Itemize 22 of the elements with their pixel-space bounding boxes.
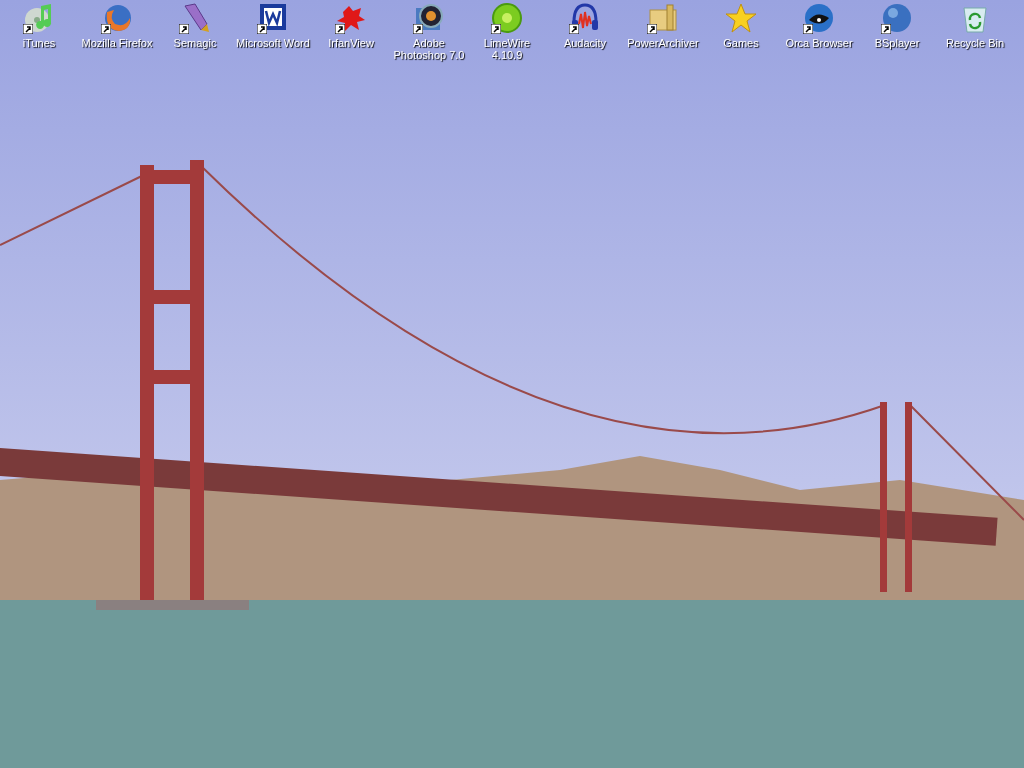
folder-icon[interactable] <box>647 2 679 34</box>
icon-label[interactable]: PowerArchiver <box>624 37 702 49</box>
icon-label[interactable]: iTunes <box>0 37 78 49</box>
icon-label[interactable]: Games <box>702 37 780 49</box>
icon-label[interactable]: BSplayer <box>858 37 936 49</box>
icon-label[interactable]: Semagic <box>156 37 234 49</box>
star-icon[interactable] <box>725 2 757 34</box>
ball-icon[interactable] <box>881 2 913 34</box>
icon-label[interactable]: Mozilla Firefox <box>78 37 156 49</box>
icon-label[interactable]: Orca Browser <box>780 37 858 49</box>
fountain-pen-icon[interactable] <box>179 2 211 34</box>
eye-icon[interactable] <box>413 2 445 34</box>
icon-label[interactable]: LimeWire 4.10.9 <box>468 37 546 61</box>
lime-disc-icon[interactable] <box>491 2 523 34</box>
headphones-icon[interactable] <box>569 2 601 34</box>
document-icon[interactable] <box>257 2 289 34</box>
icon-label[interactable]: Adobe Photoshop 7.0 <box>390 37 468 61</box>
icon-label[interactable]: IrfanView <box>312 37 390 49</box>
icon-label[interactable]: Audacity <box>546 37 624 49</box>
icon-label[interactable]: Microsoft Word <box>234 37 312 49</box>
icon-label[interactable]: Recycle Bin <box>936 37 1014 49</box>
orca-globe-icon[interactable] <box>803 2 835 34</box>
